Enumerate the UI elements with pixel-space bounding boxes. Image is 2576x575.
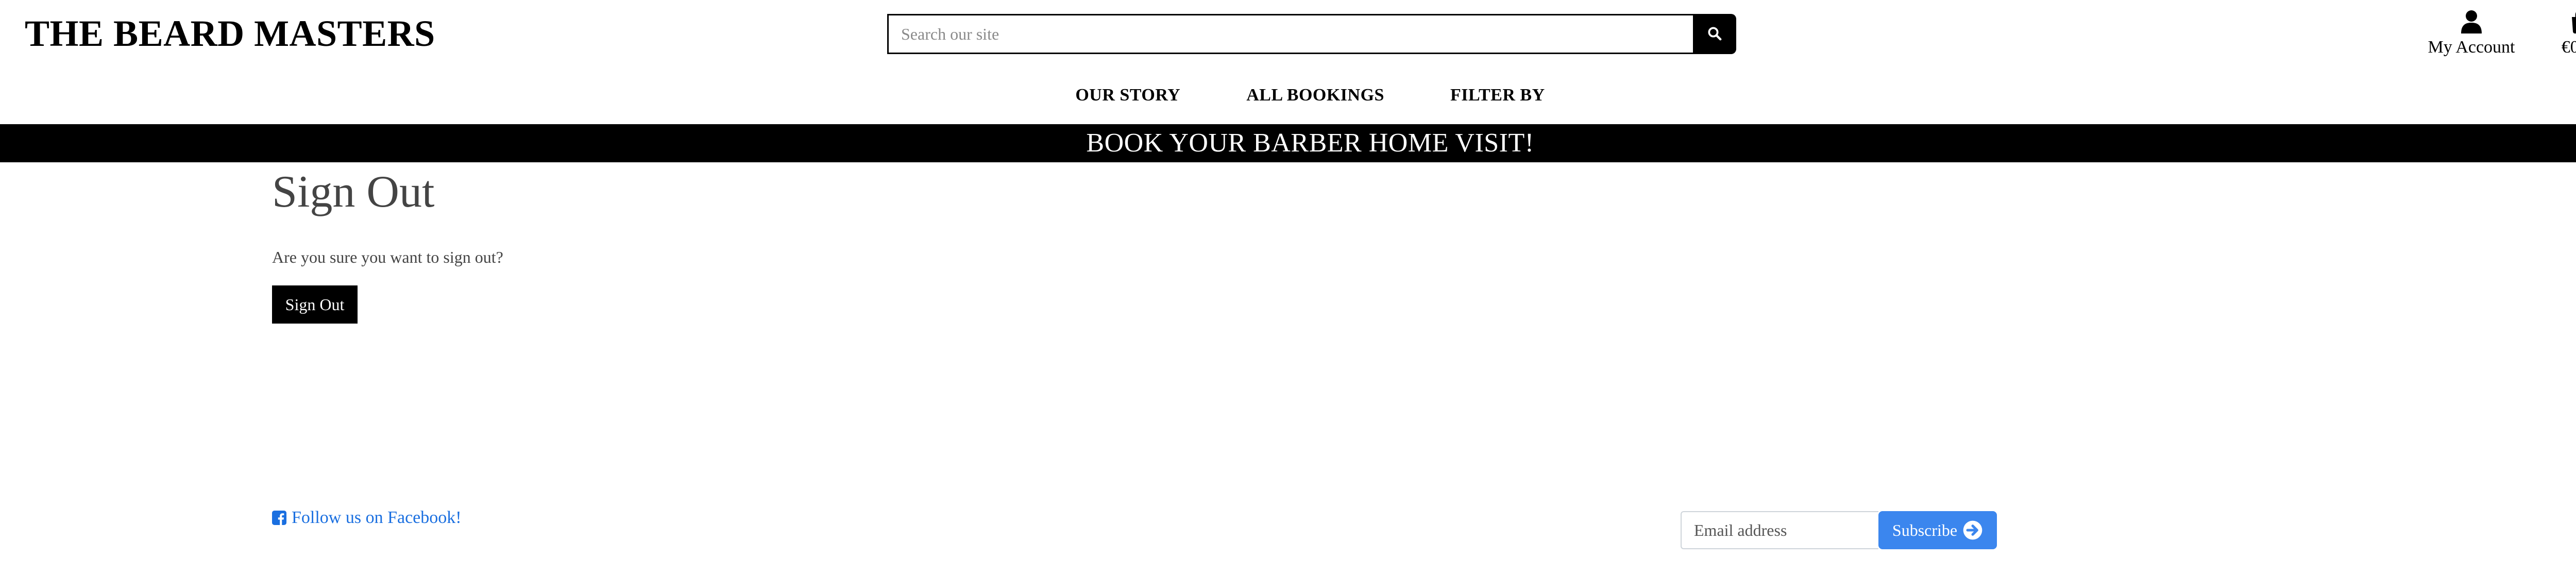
facebook-square-icon bbox=[272, 511, 286, 525]
subscribe-button[interactable]: Subscribe bbox=[1878, 511, 1997, 549]
facebook-link[interactable]: Follow us on Facebook! bbox=[272, 507, 462, 529]
shopping-bag-link[interactable]: €0.00 bbox=[2550, 6, 2576, 59]
main-nav: OUR STORY ALL BOOKINGS FILTER BY bbox=[0, 82, 2576, 108]
brand-logo[interactable]: THE BEARD MASTERS bbox=[25, 10, 435, 57]
nav-all-bookings[interactable]: ALL BOOKINGS bbox=[1246, 82, 1384, 108]
search-input[interactable] bbox=[887, 14, 1693, 54]
newsletter-form: Subscribe bbox=[1681, 511, 1997, 549]
subscribe-label: Subscribe bbox=[1892, 520, 1958, 539]
user-icon bbox=[2461, 10, 2482, 36]
sign-out-button[interactable]: Sign Out bbox=[272, 285, 358, 324]
site-header: THE BEARD MASTERS My Account bbox=[0, 0, 2576, 124]
my-account-label: My Account bbox=[2428, 38, 2515, 57]
signout-section: Sign Out Are you sure you want to sign o… bbox=[272, 164, 1302, 324]
shopping-bag-icon bbox=[2570, 9, 2576, 36]
email-field[interactable] bbox=[1681, 511, 1878, 549]
nav-our-story[interactable]: OUR STORY bbox=[1075, 82, 1180, 108]
my-account-link[interactable]: My Account bbox=[2421, 6, 2521, 59]
signout-prompt: Are you sure you want to sign out? bbox=[272, 248, 503, 266]
search-icon bbox=[1707, 26, 1722, 43]
nav-filter-by[interactable]: FILTER BY bbox=[1450, 82, 1545, 108]
page-title: Sign Out bbox=[272, 167, 435, 217]
facebook-link-label: Follow us on Facebook! bbox=[292, 508, 462, 527]
promo-banner: BOOK YOUR BARBER HOME VISIT! bbox=[0, 124, 2576, 162]
arrow-circle-right-icon bbox=[1962, 520, 1983, 540]
bag-total: €0.00 bbox=[2561, 38, 2576, 57]
search-form bbox=[887, 14, 1736, 54]
search-button[interactable] bbox=[1693, 14, 1736, 54]
